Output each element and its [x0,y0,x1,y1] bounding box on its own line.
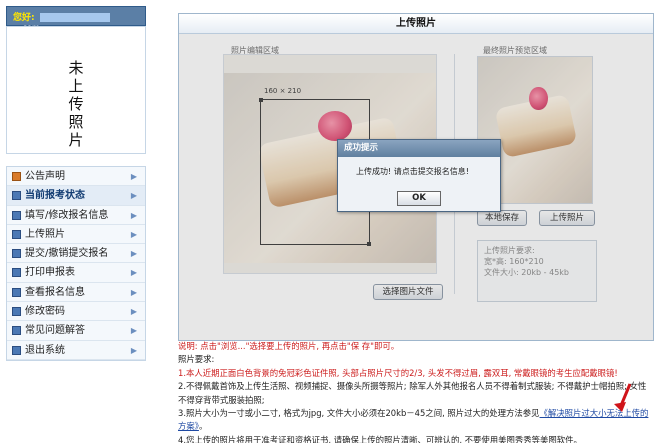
username-redacted [40,13,111,22]
requirement-item-4: 4.您上传的照片将用于准考证和资格证书, 请确保上传的照片清晰、可辨认的, 不要… [178,434,582,443]
photo-placeholder-text: 未上传照片 [68,59,84,149]
sidebar-item-label: 常见问题解答 [25,325,85,337]
sidebar-item[interactable]: 退出系统 ▶ [7,341,145,360]
list-icon [12,210,21,220]
requirements-heading: 照片要求: [178,354,215,365]
list-icon [12,345,21,355]
sidebar-item-label: 上传照片 [25,228,65,240]
list-icon [12,249,21,259]
sidebar-item[interactable]: 上传照片 ▶ [7,225,145,245]
greeting-label: 您好: [13,13,35,23]
sidebar-item[interactable]: 填写/修改报名信息 ▶ [7,206,145,225]
sidebar-item[interactable]: 修改密码 ▶ [7,302,145,322]
list-icon [12,268,21,278]
list-icon [12,229,21,239]
requirement-item-3-text: 3.照片大小为一寸或小二寸, 格式为jpg, 文件大小必须在20kb－45之间,… [178,408,540,419]
success-dialog: 成功提示 上传成功! 请点击提交报名信息! OK [337,139,501,212]
sidebar-item-label: 提交/撤销提交报名 [25,248,109,260]
sidebar-item[interactable]: 打印申报表 ▶ [7,263,145,283]
chevron-right-icon: ▶ [130,172,137,181]
chevron-right-icon: ▶ [130,191,137,201]
chevron-right-icon: ▶ [130,326,137,336]
photo-placeholder-box: 未上传照片 [6,26,146,154]
sidebar-item[interactable]: 常见问题解答 ▶ [7,321,145,341]
requirement-item-2: 2.不得佩戴首饰及上传生活照、视频捕捉、摄像头所摄等照片; 除军人外其他报名人员… [178,381,647,405]
sidebar-item-label: 公告声明 [25,171,65,182]
requirement-item-3: 3.照片大小为一寸或小二寸, 格式为jpg, 文件大小必须在20kb－45之间,… [178,407,654,434]
list-icon [12,191,21,201]
requirement-item-3-end: 。 [198,421,208,432]
instruction-text: 说明: 点击"浏览..."选择要上传的照片, 再点击"保 存"即可。 [178,341,400,351]
sidebar-item-label: 当前报考状态 [25,190,85,202]
chevron-right-icon: ▶ [130,287,137,297]
chevron-right-icon: ▶ [130,345,137,355]
sidebar-item-label: 查看报名信息 [25,286,85,298]
sidebar-item-label: 修改密码 [25,306,65,318]
sidebar-item-label: 填写/修改报名信息 [25,209,109,221]
sidebar-item[interactable]: 当前报考状态 ▶ [7,186,145,206]
ok-button[interactable]: OK [397,191,441,206]
chevron-right-icon: ▶ [130,210,137,220]
list-icon [12,307,21,317]
dialog-title: 成功提示 [338,140,500,157]
sidebar-item[interactable]: 公告声明 ▶ [7,167,145,187]
annotation-arrow-icon [614,383,632,412]
sidebar-menu: 公告声明 ▶ 当前报考状态 ▶ 填写/修改报名信息 ▶ 上传照片 ▶ 提交/撤销提交报名 ▶ 打印申… [6,166,146,361]
list-icon [12,287,21,297]
requirement-item-1: 1.本人近期正面白色背景的免冠彩色证件照, 头部占照片尺寸的2/3, 头发不得过… [178,367,618,378]
chevron-right-icon: ▶ [130,307,137,317]
sidebar-item[interactable]: 提交/撤销提交报名 ▶ [7,244,145,264]
page-title: 上传照片 [179,14,653,34]
notes-section: 说明: 点击"浏览..."选择要上传的照片, 再点击"保 存"即可。 照片要求:… [178,340,654,443]
chevron-right-icon: ▶ [130,229,137,239]
list-icon [12,326,21,336]
chevron-right-icon: ▶ [130,268,137,278]
sidebar-item[interactable]: 查看报名信息 ▶ [7,283,145,303]
sidebar-item-label: 退出系统 [25,344,65,356]
sidebar-item-label: 打印申报表 [25,267,75,279]
left-sidebar: 您好: ...com 未上传照片 公告声明▶当前报考状态▶填写/修改报名信息▶上… [6,6,146,438]
home-icon [12,172,21,181]
dialog-message: 上传成功! 请点击提交报名信息! [356,167,469,176]
greeting-bar: 您好: ...com [6,6,146,32]
chevron-right-icon: ▶ [130,249,137,259]
